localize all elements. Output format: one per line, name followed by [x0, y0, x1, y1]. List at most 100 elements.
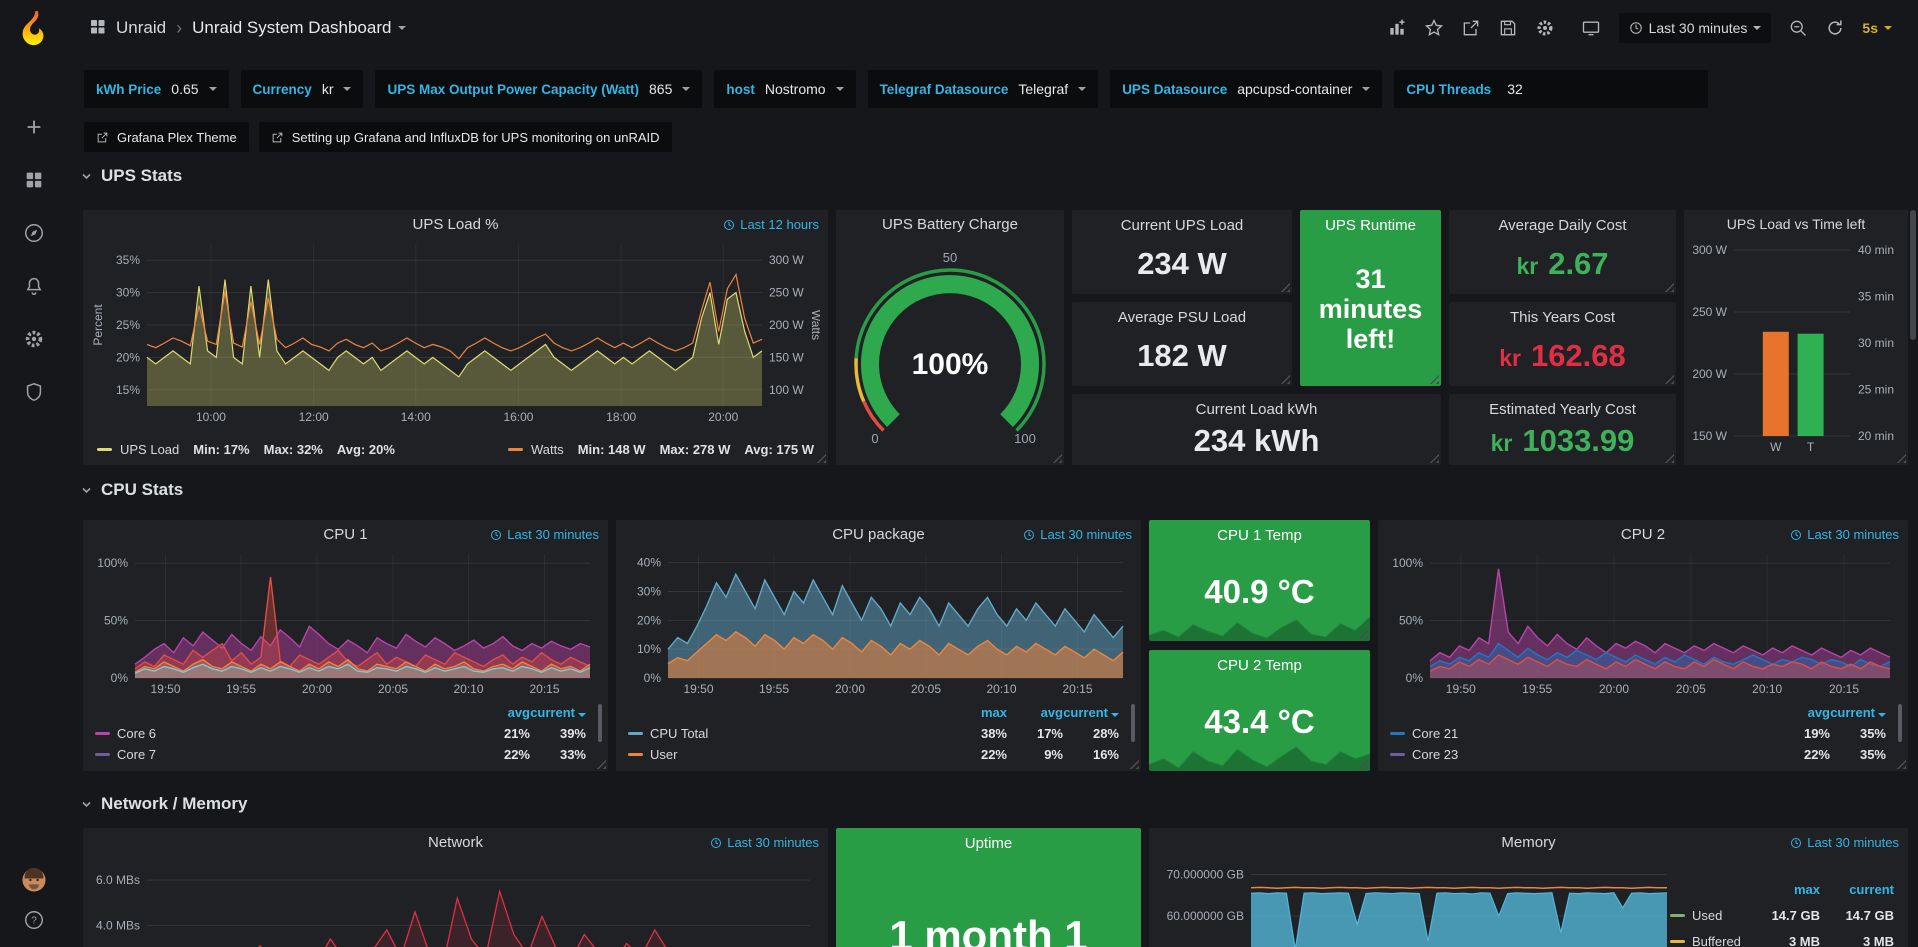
series-name[interactable]: CPU Total	[650, 726, 708, 741]
cpu-threads-input[interactable]: 32	[1501, 81, 1696, 97]
legend-col-header[interactable]: current	[530, 705, 586, 720]
link-grafana-plex-theme[interactable]: Grafana Plex Theme	[84, 122, 249, 152]
cycle-view-button[interactable]	[1580, 18, 1602, 38]
panel-title[interactable]: Current Load kWh	[1196, 401, 1318, 418]
add-panel-button[interactable]	[1387, 18, 1407, 38]
variable-ups-max-output[interactable]: UPS Max Output Power Capacity (Watt) 865	[375, 70, 702, 108]
zoom-out-button[interactable]	[1788, 18, 1808, 38]
series-color-dash	[628, 753, 643, 756]
variable-cpu-threads[interactable]: CPU Threads 32	[1394, 70, 1708, 108]
series-name[interactable]: Core 23	[1412, 747, 1458, 762]
legend-col-header[interactable]: max	[951, 705, 1007, 720]
dashboard-title-button[interactable]: Unraid System Dashboard	[192, 18, 406, 38]
legend-col-header[interactable]: avg	[1774, 705, 1830, 720]
variable-value[interactable]: apcupsd-container	[1237, 81, 1352, 97]
sidebar-help-button[interactable]: ?	[21, 907, 47, 933]
grafana-logo[interactable]	[0, 0, 68, 56]
series-name[interactable]: Core 7	[117, 747, 156, 762]
variable-host[interactable]: host Nostromo	[714, 70, 855, 108]
panel-time-range[interactable]: Last 30 minutes	[490, 527, 599, 542]
legend-col-header[interactable]: current	[1063, 705, 1119, 720]
panel-title[interactable]: Average PSU Load	[1118, 309, 1246, 326]
series-name[interactable]: Used	[1692, 908, 1722, 923]
legend-scrollbar[interactable]	[1131, 704, 1135, 742]
panel-time-range[interactable]: Last 12 hours	[723, 217, 819, 232]
panel-title[interactable]: Average Daily Cost	[1498, 217, 1626, 234]
sidebar-create-button[interactable]	[21, 114, 47, 140]
panel-time-label: Last 30 minutes	[1807, 835, 1899, 850]
series-name[interactable]: Core 6	[117, 726, 156, 741]
panel-time-range[interactable]: Last 30 minutes	[1790, 527, 1899, 542]
panel-time-range[interactable]: Last 30 minutes	[1023, 527, 1132, 542]
sidebar-configuration-button[interactable]	[21, 326, 47, 352]
section-cpu-stats[interactable]: CPU Stats	[80, 480, 183, 500]
sidebar-profile-button[interactable]	[21, 867, 47, 893]
link-ups-monitoring-guide[interactable]: Setting up Grafana and InfluxDB for UPS …	[259, 122, 672, 152]
sidebar-explore-button[interactable]	[21, 220, 47, 246]
ups-bar-chart[interactable]: 150 W200 W250 W300 W20 min25 min30 min35…	[1688, 240, 1904, 456]
network-graph[interactable]: 2.0 MBs4.0 MBs6.0 MBs	[91, 854, 820, 947]
variable-kwh-price[interactable]: kWh Price 0.65	[84, 70, 229, 108]
panel-title[interactable]: Current UPS Load	[1121, 217, 1244, 234]
panel-memory: Memory Last 30 minutes 50.000000 GB60.00…	[1149, 828, 1908, 947]
refresh-button[interactable]	[1825, 18, 1845, 38]
sidebar-alerting-button[interactable]	[21, 273, 47, 299]
legend-scrollbar[interactable]	[1898, 704, 1902, 742]
panel-title[interactable]: Uptime	[965, 835, 1013, 852]
section-network-memory[interactable]: Network / Memory	[80, 794, 247, 814]
legend-col-header[interactable]: max	[1746, 882, 1820, 897]
panel-title[interactable]: UPS Runtime	[1325, 217, 1416, 234]
panel-title[interactable]: This Years Cost	[1510, 309, 1615, 326]
panel-title[interactable]: CPU 1 Temp	[1217, 527, 1302, 544]
cpu-package-graph[interactable]: 19:5019:5520:0020:0520:1020:150%10%20%30…	[624, 546, 1133, 698]
svg-text:20%: 20%	[637, 613, 661, 627]
cpu1-graph[interactable]: 19:5019:5520:0020:0520:1020:150%50%100%	[91, 546, 600, 698]
share-dashboard-button[interactable]	[1461, 18, 1481, 38]
memory-graph[interactable]: 50.000000 GB60.000000 GB70.000000 GB	[1157, 854, 1677, 947]
legend-col-header[interactable]: avg	[474, 705, 530, 720]
variable-value[interactable]: kr	[322, 81, 334, 97]
panel-title[interactable]: UPS Load vs Time left	[1684, 216, 1908, 232]
refresh-interval-picker[interactable]: 5s	[1862, 20, 1892, 36]
section-ups-stats[interactable]: UPS Stats	[80, 166, 182, 186]
panel-title[interactable]: CPU 2 Temp	[1217, 657, 1302, 674]
legend-scrollbar[interactable]	[598, 704, 602, 742]
variable-value[interactable]: 0.65	[171, 81, 198, 97]
time-range-picker[interactable]: Last 30 minutes	[1619, 13, 1772, 43]
sidebar-server-admin-button[interactable]	[21, 379, 47, 405]
panel-title[interactable]: UPS Battery Charge	[836, 216, 1064, 233]
apps-grid-button[interactable]	[88, 17, 106, 40]
panel-title[interactable]: UPS Load %	[83, 216, 828, 233]
chevron-down-icon	[209, 87, 217, 91]
panel-time-range[interactable]: Last 30 minutes	[710, 835, 819, 850]
star-dashboard-button[interactable]	[1424, 18, 1444, 38]
dashboard-settings-button[interactable]	[1535, 18, 1555, 38]
series-name[interactable]: Core 21	[1412, 726, 1458, 741]
breadcrumb-org[interactable]: Unraid	[116, 18, 166, 38]
panel-time-range[interactable]: Last 30 minutes	[1790, 835, 1899, 850]
legend-col-header[interactable]: current	[1820, 882, 1894, 897]
variable-telegraf-datasource[interactable]: Telegraf Datasource Telegraf	[868, 70, 1099, 108]
legend-col-header[interactable]: current	[1830, 705, 1886, 720]
panel-time-label: Last 30 minutes	[1040, 527, 1132, 542]
legend-col-header[interactable]: avg	[1007, 705, 1063, 720]
sidebar-dashboards-button[interactable]	[21, 167, 47, 193]
svg-text:35 min: 35 min	[1858, 290, 1894, 304]
variable-value[interactable]: Telegraf	[1018, 81, 1068, 97]
series-name[interactable]: UPS Load	[120, 442, 179, 457]
variable-value[interactable]: Nostromo	[765, 81, 826, 97]
series-name[interactable]: Buffered	[1692, 934, 1741, 947]
ups-load-graph[interactable]: 10:0012:0014:0016:0018:0020:0015%20%25%3…	[91, 236, 820, 426]
save-dashboard-button[interactable]	[1498, 18, 1518, 38]
cpu2-graph[interactable]: 19:5019:5520:0020:0520:1020:150%50%100%	[1386, 546, 1900, 698]
svg-text:25 min: 25 min	[1858, 383, 1894, 397]
series-name[interactable]: Watts	[531, 442, 564, 457]
variable-value[interactable]: 865	[649, 81, 672, 97]
legend-table: max avg current CPU Total 38% 17% 28% Us…	[628, 702, 1119, 765]
page-scrollbar[interactable]	[1910, 210, 1916, 340]
variable-currency[interactable]: Currency kr	[241, 70, 364, 108]
variable-ups-datasource[interactable]: UPS Datasource apcupsd-container	[1110, 70, 1382, 108]
series-name[interactable]: User	[650, 747, 677, 762]
panel-title[interactable]: Estimated Yearly Cost	[1489, 401, 1636, 418]
series-color-dash	[95, 753, 110, 756]
